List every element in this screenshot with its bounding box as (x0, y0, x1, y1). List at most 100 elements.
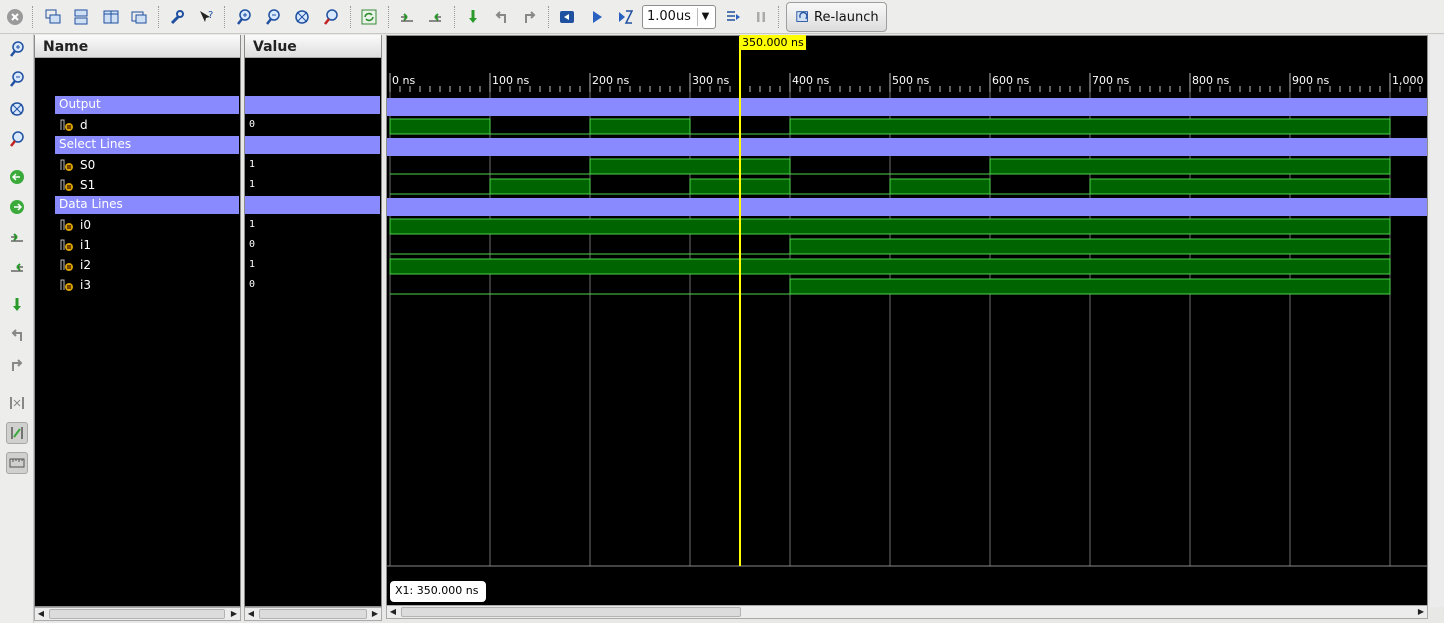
value-pane-scrollbar[interactable]: ◀ ▶ (244, 607, 382, 621)
signal-group[interactable]: Select Lines (55, 136, 239, 154)
waveform-high-segment (889, 178, 991, 195)
signal-row[interactable]: i1 (60, 236, 238, 254)
signal-group-value-cell[interactable] (245, 136, 380, 154)
zoom-in-icon[interactable] (233, 6, 255, 28)
zoom-cursor-icon[interactable] (320, 6, 342, 28)
waveform-high-segment (489, 178, 591, 195)
signal-group[interactable]: Data Lines (55, 196, 239, 214)
tile-horizontal-icon[interactable] (70, 6, 92, 28)
waveform-canvas[interactable]: 0 ns 100 ns 200 ns 300 ns 400 ns 500 ns 600 ns… (387, 36, 1427, 606)
run-time-select[interactable]: 1.00us ▼ (642, 5, 716, 29)
context-help-icon[interactable]: ? (195, 6, 217, 28)
input-signal-icon (60, 219, 73, 231)
restart-icon[interactable] (556, 6, 578, 28)
go-to-end-icon[interactable] (6, 196, 28, 218)
scrollbar-thumb[interactable] (49, 609, 225, 619)
scrollbar-thumb[interactable] (401, 607, 741, 617)
name-column-header[interactable]: Name (35, 35, 240, 58)
scroll-left-icon[interactable]: ◀ (36, 609, 46, 619)
signal-row[interactable]: i3 (60, 276, 238, 294)
signal-row[interactable]: S1 (60, 176, 238, 194)
signal-name: i0 (80, 218, 91, 232)
waveform-scrollbar[interactable]: ◀ ▶ (386, 605, 1428, 619)
wrench-icon[interactable] (166, 6, 188, 28)
scroll-right-icon[interactable]: ▶ (1416, 607, 1426, 617)
ruler-tick-label: 500 ns (892, 74, 929, 87)
pause-icon[interactable] (750, 6, 772, 28)
scroll-right-icon[interactable]: ▶ (229, 609, 239, 619)
ruler-tick-label: 800 ns (1192, 74, 1229, 87)
float-window-icon[interactable] (128, 6, 150, 28)
run-time-value: 1.00us (647, 9, 691, 24)
cursor-time-label[interactable]: 350.000 ns (740, 35, 806, 50)
add-marker-icon[interactable] (462, 6, 484, 28)
waveform-pane[interactable]: 0 ns 100 ns 200 ns 300 ns 400 ns 500 ns 600 ns… (386, 35, 1428, 607)
signal-name: i2 (80, 258, 91, 272)
scrollbar-thumb[interactable] (259, 609, 367, 619)
relaunch-button[interactable]: Re-launch (786, 2, 887, 32)
snap-to-transition-icon[interactable] (6, 422, 28, 444)
previous-transition-icon[interactable] (6, 226, 28, 248)
zoom-cursor-icon[interactable] (6, 128, 28, 150)
signal-row[interactable]: d (60, 116, 238, 134)
go-to-start-icon[interactable] (6, 166, 28, 188)
zoom-in-icon[interactable] (6, 38, 28, 60)
scroll-left-icon[interactable]: ◀ (246, 609, 256, 619)
input-signal-icon (60, 159, 73, 171)
name-pane-scrollbar[interactable]: ◀ ▶ (34, 607, 241, 621)
signal-group[interactable]: Output (55, 96, 239, 114)
zoom-out-icon[interactable] (6, 68, 28, 90)
scroll-left-icon[interactable]: ◀ (388, 607, 398, 617)
signal-group-value-cell[interactable] (245, 196, 380, 214)
zoom-fit-icon[interactable] (291, 6, 313, 28)
input-signal-icon (60, 179, 73, 191)
previous-marker-icon[interactable] (490, 6, 512, 28)
zoom-fit-icon[interactable] (6, 98, 28, 120)
signal-value: 0 (249, 239, 256, 250)
floating-ruler-icon[interactable] (6, 452, 28, 474)
close-icon[interactable] (4, 6, 26, 28)
value-column-header[interactable]: Value (245, 35, 381, 58)
waveform-high-segment (589, 118, 691, 135)
previous-marker-icon[interactable] (6, 324, 28, 346)
signal-value: 1 (249, 219, 256, 230)
ruler-tick-label: 200 ns (592, 74, 629, 87)
next-marker-icon[interactable] (6, 354, 28, 376)
waveform-vertical-scrollbar[interactable] (1430, 35, 1444, 607)
cascade-windows-icon[interactable] (42, 6, 64, 28)
signal-row[interactable]: S0 (60, 156, 238, 174)
signal-name: i3 (80, 278, 91, 292)
value-column-label: Value (253, 39, 297, 55)
next-marker-icon[interactable] (519, 6, 541, 28)
input-signal-icon (60, 279, 73, 291)
svg-text:?: ? (208, 10, 213, 21)
next-transition-icon[interactable] (424, 6, 446, 28)
waveform-side-toolbar (0, 34, 34, 623)
group-bar (387, 138, 1427, 156)
signal-group-value-cell[interactable] (245, 96, 380, 114)
refresh-icon[interactable] (358, 6, 380, 28)
scroll-right-icon[interactable]: ▶ (370, 609, 380, 619)
step-icon[interactable] (722, 6, 744, 28)
waveform-high-segment (389, 218, 1391, 235)
previous-transition-icon[interactable] (396, 6, 418, 28)
add-marker-icon[interactable] (6, 294, 28, 316)
run-all-icon[interactable] (586, 6, 608, 28)
run-for-time-icon[interactable] (614, 6, 636, 28)
waveform-high-segment (1089, 178, 1391, 195)
chevron-down-icon[interactable]: ▼ (697, 8, 713, 26)
signal-row[interactable]: i0 (60, 216, 238, 234)
ruler-tick-label: 900 ns (1292, 74, 1329, 87)
waveform-high-segment (789, 238, 1391, 255)
tile-vertical-icon[interactable] (100, 6, 122, 28)
simulator-window: ? 1.00us ▼ Re-launch Name Value Output d… (0, 0, 1444, 623)
ruler-tick-label: 300 ns (692, 74, 729, 87)
waveform-high-segment (589, 158, 791, 175)
waveform-high-segment (389, 258, 1391, 275)
signal-name: d (80, 118, 88, 132)
next-transition-icon[interactable] (6, 256, 28, 278)
signal-row[interactable]: i2 (60, 256, 238, 274)
zoom-out-icon[interactable] (262, 6, 284, 28)
swap-cursors-icon[interactable] (6, 392, 28, 414)
cursor-readout-text: X1: 350.000 ns (395, 584, 479, 597)
